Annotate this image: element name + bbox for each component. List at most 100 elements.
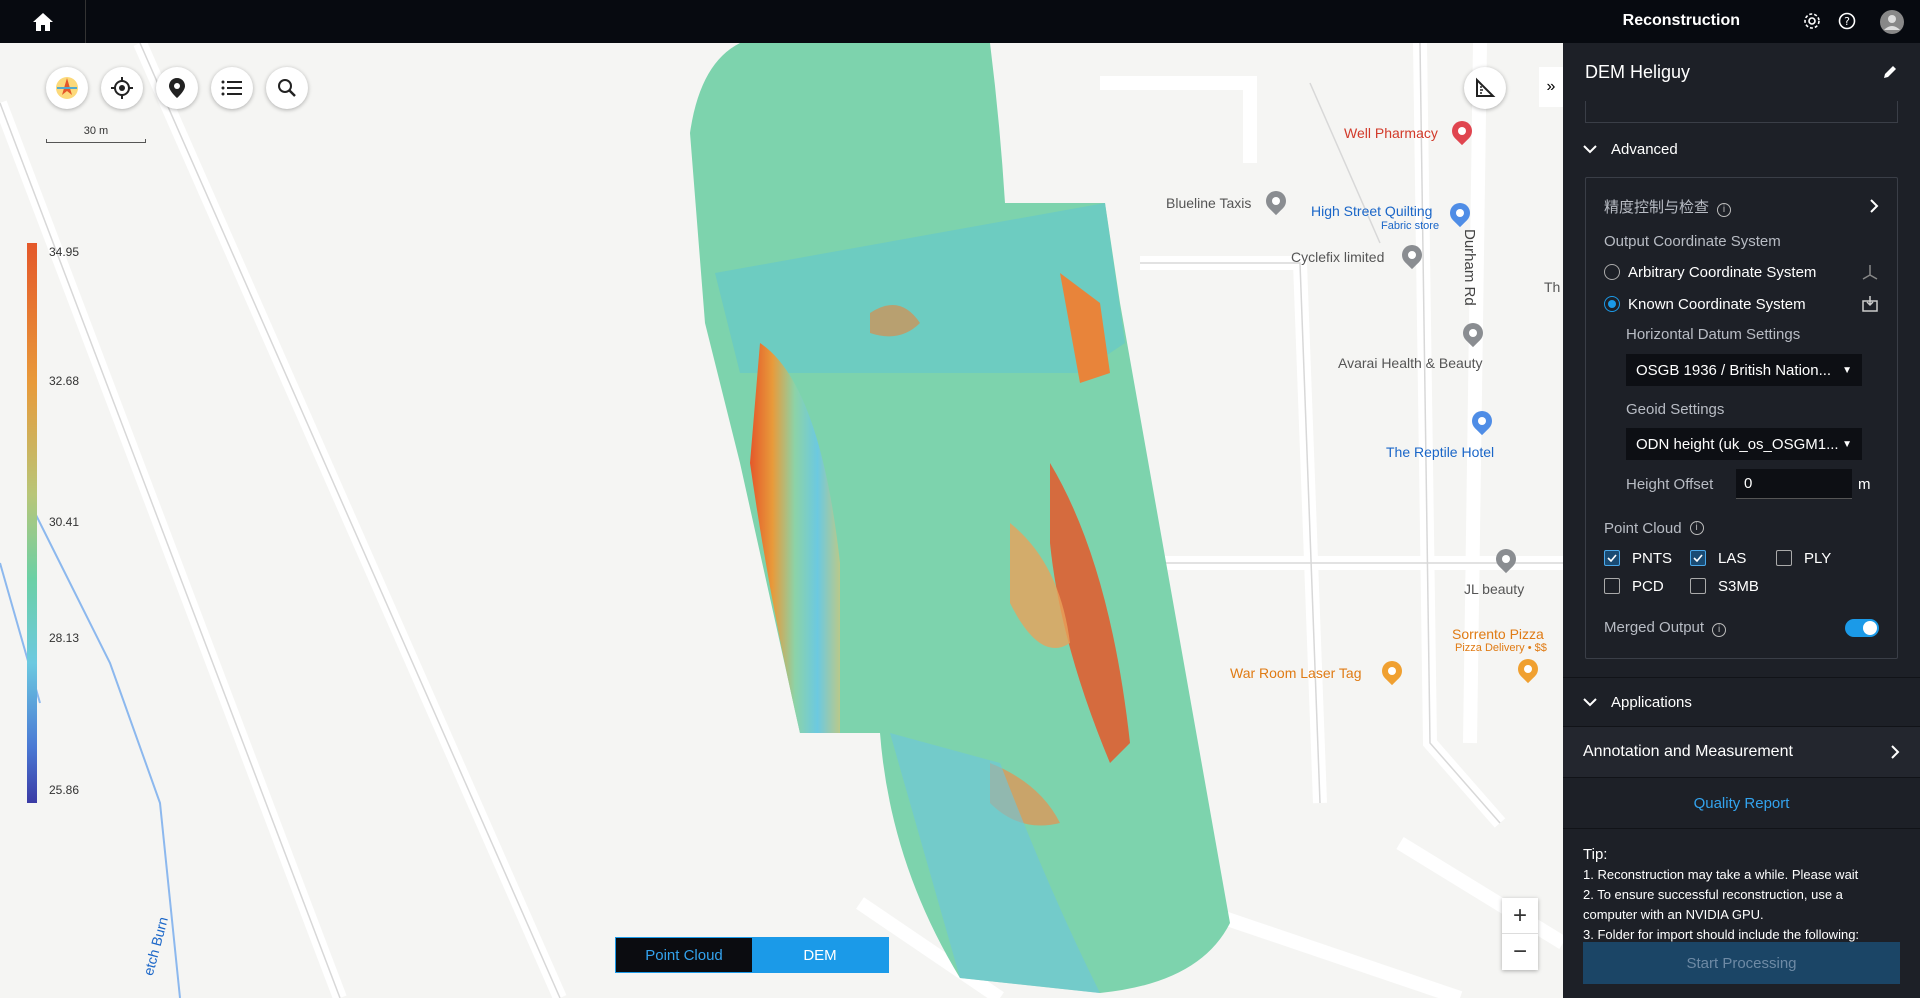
geoid-label: Geoid Settings bbox=[1626, 400, 1725, 418]
chevron-down-icon bbox=[1583, 698, 1597, 707]
place-label[interactable]: Th bbox=[1544, 279, 1560, 295]
place-label[interactable]: JL beauty bbox=[1464, 581, 1524, 597]
place-label[interactable]: The Reptile Hotel bbox=[1386, 444, 1494, 460]
home-button[interactable] bbox=[0, 0, 86, 43]
gear-icon bbox=[1804, 13, 1820, 29]
point-cloud-tab[interactable]: Point Cloud bbox=[616, 938, 752, 972]
help-button[interactable]: ? bbox=[1836, 10, 1858, 32]
pcd-checkbox[interactable] bbox=[1604, 578, 1620, 594]
locate-button[interactable] bbox=[101, 67, 143, 109]
compass-button[interactable] bbox=[46, 67, 88, 109]
point-cloud-row: Point Cloud i bbox=[1604, 512, 1879, 544]
legend-high: 32.68 bbox=[49, 374, 80, 388]
radio-unselected[interactable] bbox=[1604, 264, 1620, 280]
map-pin-icon bbox=[169, 78, 185, 98]
chevron-right-double-icon: » bbox=[1546, 78, 1556, 95]
annotation-measurement-row[interactable]: Annotation and Measurement bbox=[1563, 727, 1920, 777]
ruler-icon bbox=[1476, 77, 1496, 97]
chevron-down-icon bbox=[1583, 145, 1597, 154]
known-cs-option[interactable]: Known Coordinate System bbox=[1604, 288, 1879, 320]
s3mb-checkbox[interactable] bbox=[1690, 578, 1706, 594]
info-icon[interactable]: i bbox=[1712, 623, 1727, 637]
ply-checkbox[interactable] bbox=[1776, 550, 1792, 566]
las-label: LAS bbox=[1718, 549, 1747, 567]
collapse-panel-button[interactable]: » bbox=[1539, 67, 1563, 107]
geoid-select[interactable]: ODN height (uk_os_OSGM1... ▼ bbox=[1626, 428, 1862, 460]
start-processing-button[interactable]: Start Processing bbox=[1583, 942, 1900, 984]
tip-line: 1. Reconstruction may take a while. Plea… bbox=[1583, 867, 1859, 882]
merged-output-label: Merged Output bbox=[1604, 619, 1705, 636]
place-label[interactable]: Blueline Taxis bbox=[1166, 195, 1251, 211]
info-icon[interactable]: i bbox=[1717, 202, 1732, 217]
legend-max: 34.95 bbox=[49, 245, 80, 259]
quality-report-link[interactable]: Quality Report bbox=[1563, 778, 1920, 828]
elevation-legend-bar bbox=[27, 243, 37, 803]
info-icon[interactable]: i bbox=[1689, 521, 1704, 535]
merged-output-toggle[interactable] bbox=[1845, 619, 1879, 637]
panel-header: DEM Heliguy bbox=[1563, 43, 1920, 101]
place-label[interactable]: Sorrento Pizza bbox=[1452, 626, 1544, 642]
pcd-label: PCD bbox=[1632, 577, 1664, 595]
height-offset-label: Height Offset bbox=[1626, 475, 1714, 493]
place-sublabel: Pizza Delivery • $$ bbox=[1455, 642, 1547, 654]
edit-icon[interactable] bbox=[1882, 64, 1898, 80]
pnts-checkbox[interactable] bbox=[1604, 550, 1620, 566]
applications-section-header[interactable]: Applications bbox=[1563, 678, 1920, 726]
place-label[interactable]: Well Pharmacy bbox=[1344, 125, 1438, 141]
pnts-label: PNTS bbox=[1632, 549, 1673, 567]
ply-label: PLY bbox=[1804, 549, 1832, 567]
dem-tab[interactable]: DEM bbox=[752, 938, 888, 972]
place-label[interactable]: War Room Laser Tag bbox=[1230, 665, 1362, 681]
height-offset-row: Height Offset 0 m bbox=[1626, 468, 1879, 500]
scale-bar bbox=[46, 139, 146, 143]
previous-card-edge bbox=[1585, 101, 1898, 123]
marker-button[interactable] bbox=[156, 67, 198, 109]
advanced-section-header[interactable]: Advanced bbox=[1563, 129, 1920, 169]
check-icon bbox=[1607, 554, 1617, 562]
svg-text:?: ? bbox=[1844, 15, 1850, 28]
zoom-in-button[interactable]: + bbox=[1502, 898, 1538, 934]
horizontal-datum-label: Horizontal Datum Settings bbox=[1626, 325, 1801, 343]
radio-selected[interactable] bbox=[1604, 296, 1620, 312]
legend-mid: 30.41 bbox=[49, 515, 80, 529]
height-offset-input[interactable]: 0 bbox=[1736, 469, 1852, 499]
output-cs-label: Output Coordinate System bbox=[1604, 232, 1781, 250]
compass-icon bbox=[56, 77, 78, 99]
arbitrary-cs-option[interactable]: Arbitrary Coordinate System bbox=[1604, 256, 1879, 288]
user-avatar[interactable] bbox=[1880, 10, 1904, 34]
advanced-label: Advanced bbox=[1611, 140, 1678, 158]
import-icon[interactable] bbox=[1861, 295, 1879, 313]
legend-low: 28.13 bbox=[49, 631, 80, 645]
chevron-right-icon bbox=[1891, 745, 1900, 759]
measure-button[interactable] bbox=[1464, 67, 1506, 109]
horizontal-datum-select[interactable]: OSGB 1936 / British Nation... ▼ bbox=[1626, 354, 1862, 386]
map-view[interactable]: 30 m 34.95 32.68 30.41 28.13 25.86 Well … bbox=[0, 43, 1563, 998]
place-label[interactable]: Avarai Health & Beauty bbox=[1338, 355, 1483, 371]
scale-label: 30 m bbox=[83, 125, 109, 137]
tip-line: 2. To ensure successful reconstruction, … bbox=[1583, 887, 1843, 922]
search-button[interactable] bbox=[266, 67, 308, 109]
place-label[interactable]: Cyclefix limited bbox=[1291, 249, 1384, 265]
precision-label: 精度控制与检查 bbox=[1604, 198, 1710, 216]
geoid-value: ODN height (uk_os_OSGM1... bbox=[1636, 435, 1839, 453]
place-sublabel: Fabric store bbox=[1381, 220, 1440, 232]
list-button[interactable] bbox=[211, 67, 253, 109]
list-icon bbox=[221, 80, 242, 96]
axes-icon bbox=[1862, 265, 1878, 280]
road-label: Durham Rd bbox=[1461, 229, 1478, 306]
help-icon: ? bbox=[1838, 12, 1856, 30]
precision-row[interactable]: 精度控制与检查 i bbox=[1604, 192, 1879, 220]
horizontal-datum-value: OSGB 1936 / British Nation... bbox=[1636, 361, 1832, 379]
settings-panel: DEM Heliguy Advanced 精度控制与检查 i Output Coo… bbox=[1563, 43, 1920, 998]
zoom-out-button[interactable]: − bbox=[1502, 934, 1538, 970]
applications-label: Applications bbox=[1611, 693, 1692, 711]
chevron-right-icon bbox=[1870, 199, 1879, 213]
annotation-label: Annotation and Measurement bbox=[1583, 743, 1793, 760]
place-label[interactable]: High Street Quilting bbox=[1311, 203, 1432, 219]
settings-button[interactable] bbox=[1801, 10, 1823, 32]
las-checkbox[interactable] bbox=[1690, 550, 1706, 566]
view-mode-toggle: Point Cloud DEM bbox=[615, 937, 889, 973]
top-bar: Reconstruction ? bbox=[0, 0, 1920, 43]
tip-title: Tip: bbox=[1583, 846, 1608, 863]
dem-surface bbox=[690, 43, 1230, 993]
